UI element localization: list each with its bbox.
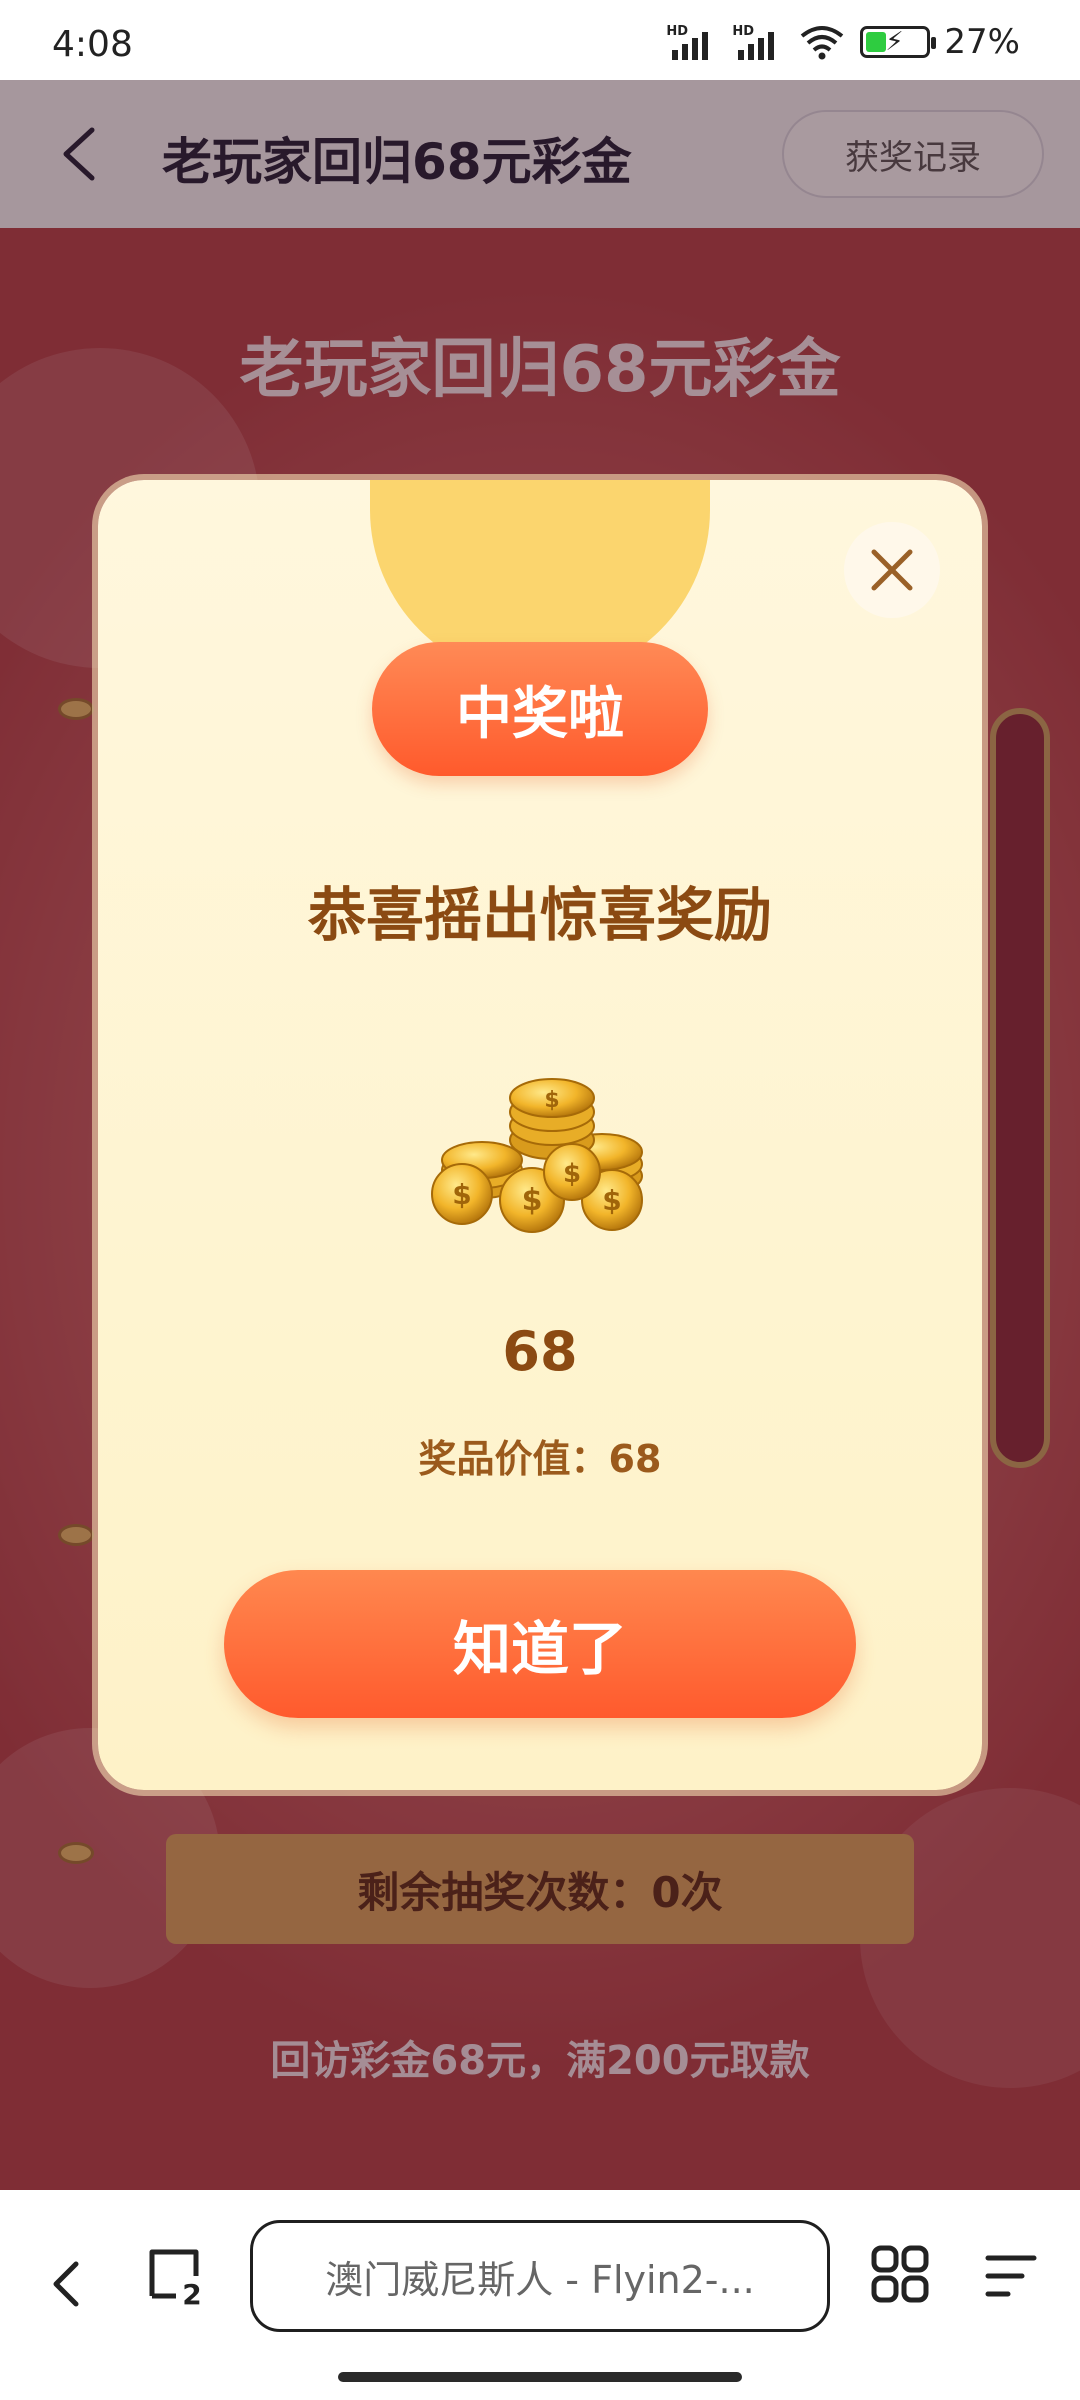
modal-heading: 恭喜摇出惊喜奖励 — [307, 881, 772, 949]
close-button[interactable] — [844, 522, 940, 618]
close-icon — [871, 549, 913, 591]
svg-text:$: $ — [522, 1183, 543, 1218]
win-badge: 中奖啦 — [372, 642, 708, 776]
back-arrow-icon[interactable] — [46, 2254, 86, 2314]
address-bar[interactable]: 澳门威尼斯人 - Flyin2-... — [250, 2220, 830, 2332]
gold-coins-icon: $ $ $ $ $ — [431, 1078, 643, 1233]
status-icons: HD HD ⚡ 27% — [666, 22, 1020, 62]
svg-text:$: $ — [602, 1184, 621, 1217]
prize-value-label: 奖品价值：68 — [418, 1437, 662, 1481]
signal-icon: HD — [732, 24, 784, 60]
svg-text:$: $ — [544, 1088, 559, 1113]
status-bar: 4:08 HD HD ⚡ 27% — [0, 0, 1080, 80]
svg-text:$: $ — [452, 1178, 471, 1211]
tab-count: 2 — [182, 2278, 201, 2306]
battery-percent: 27% — [944, 22, 1020, 62]
battery-charging-icon: ⚡ — [860, 26, 937, 58]
svg-text:$: $ — [563, 1159, 581, 1189]
prize-modal: 中奖啦 恭喜摇出惊喜奖励 $ $ $ $ $ 68 奖品价值：68 知道了 — [98, 480, 982, 1790]
menu-icon[interactable] — [984, 2252, 1038, 2300]
browser-toolbar: 2 澳门威尼斯人 - Flyin2-... — [0, 2190, 1080, 2400]
apps-grid-icon[interactable] — [870, 2244, 930, 2304]
signal-icon: HD — [666, 24, 718, 60]
status-time: 4:08 — [52, 24, 133, 65]
home-indicator[interactable] — [338, 2372, 742, 2382]
confirm-button[interactable]: 知道了 — [224, 1570, 856, 1718]
tabs-icon[interactable]: 2 — [146, 2246, 206, 2306]
wifi-icon — [801, 26, 844, 60]
prize-amount: 68 — [502, 1320, 578, 1383]
